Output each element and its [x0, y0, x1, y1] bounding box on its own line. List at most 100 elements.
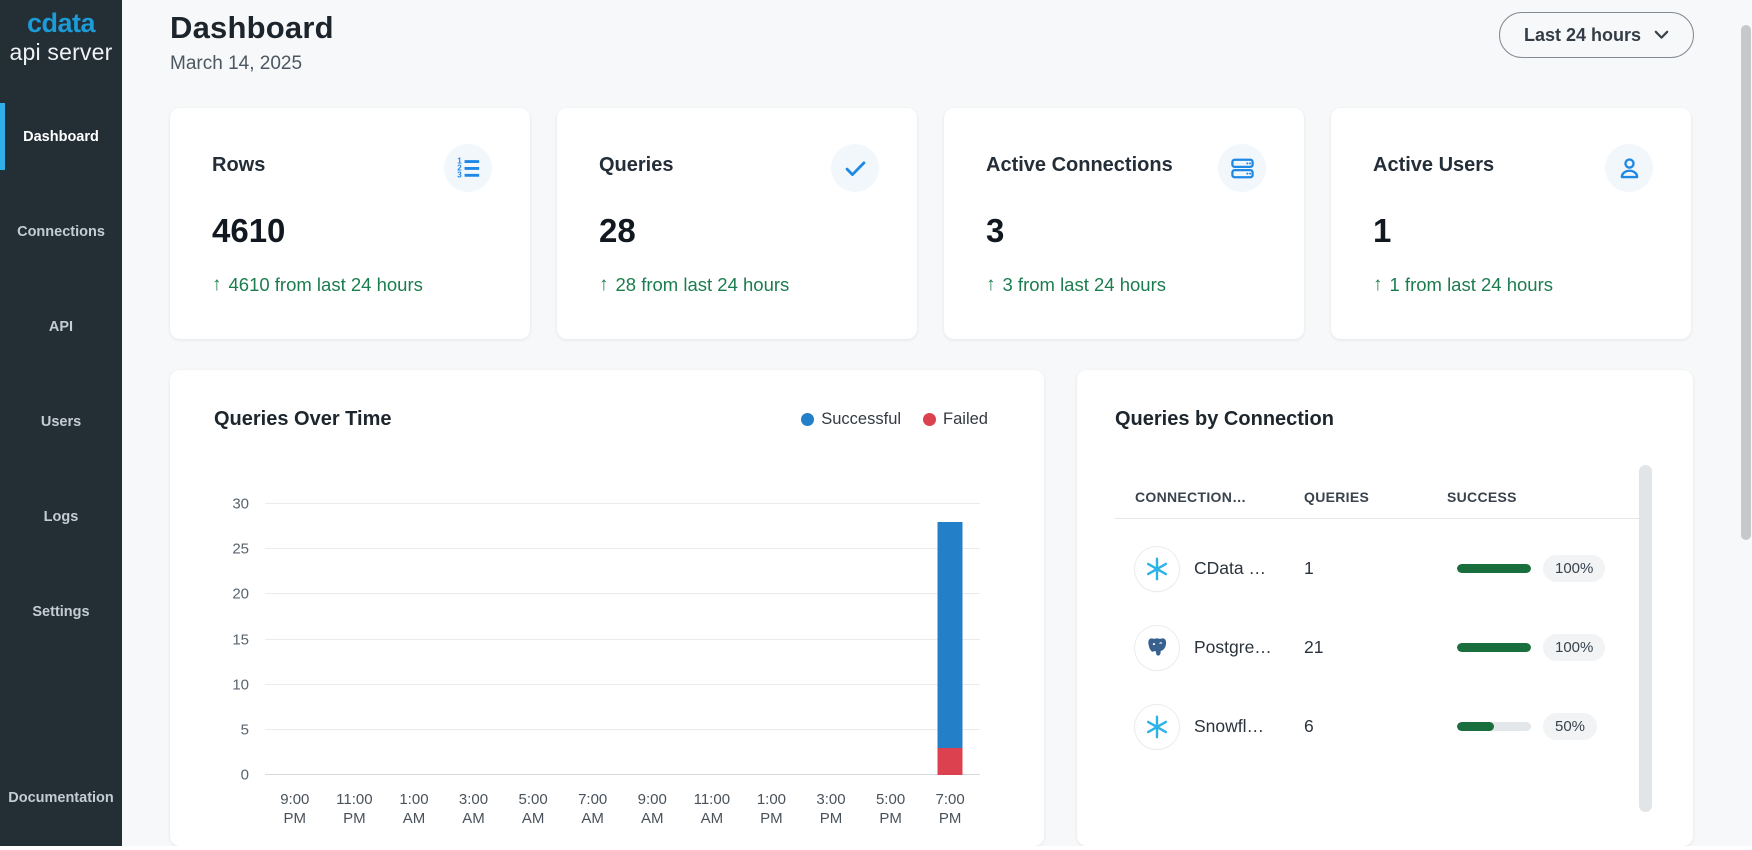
sidebar-item-settings[interactable]: Settings	[0, 564, 122, 659]
stat-card-title: Queries	[599, 144, 673, 177]
chart-bar-slot	[622, 504, 682, 775]
chart-bar-slot	[265, 504, 325, 775]
success-progress-bar	[1457, 643, 1531, 652]
legend-item-failed[interactable]: Failed	[923, 410, 988, 429]
bar-3-00-pm[interactable]	[818, 504, 843, 775]
chart-bars	[265, 504, 980, 775]
sidebar-item-api[interactable]: API	[0, 279, 122, 374]
connection-avatar	[1135, 705, 1179, 749]
arrow-up-icon: ↑	[599, 274, 609, 296]
arrow-up-icon: ↑	[212, 274, 222, 296]
postgresql-icon	[1144, 635, 1170, 661]
sidebar-item-dashboard[interactable]: Dashboard	[0, 89, 122, 184]
sidebar-item-label: Connections	[17, 224, 105, 240]
table-row[interactable]: Postgre…21100%	[1135, 608, 1653, 687]
time-range-label: Last 24 hours	[1524, 25, 1641, 46]
sidebar-item-logs[interactable]: Logs	[0, 469, 122, 564]
connection-name: CData …	[1194, 558, 1266, 579]
stat-card-top: Rows123	[212, 144, 492, 192]
queries-by-connection-card: Queries by Connection CONNECTION…QUERIES…	[1077, 370, 1693, 846]
app-root: cdata api server DashboardConnectionsAPI…	[0, 0, 1752, 850]
stat-card-delta-text: 28 from last 24 hours	[616, 274, 790, 296]
chart-bar-slot	[920, 504, 980, 775]
page-scrollbar-thumb[interactable]	[1741, 25, 1751, 540]
stat-card-value: 1	[1373, 212, 1653, 250]
bar-11-00-am[interactable]	[699, 504, 724, 775]
chart-bar-slot	[444, 504, 504, 775]
stat-card-top: Active Connections	[986, 144, 1266, 192]
legend-label: Failed	[943, 410, 988, 429]
x-axis-tick-label: 3:00AM	[444, 790, 504, 828]
sidebar-item-label: Users	[41, 414, 81, 430]
table-column-header-1: QUERIES	[1304, 489, 1447, 505]
y-axis-tick-label: 30	[232, 496, 249, 513]
snowflake-icon	[1144, 556, 1170, 582]
x-axis-tick-label: 5:00PM	[861, 790, 921, 828]
success-progress-fill	[1457, 722, 1494, 731]
chart-bar-slot	[861, 504, 921, 775]
table-title: Queries by Connection	[1115, 408, 1693, 431]
legend-item-successful[interactable]: Successful	[801, 410, 901, 429]
chart-legend: Successful Failed	[801, 410, 988, 429]
chart-plot-area: 051015202530	[265, 504, 980, 775]
connection-avatar	[1135, 626, 1179, 670]
sidebar-nav: Dashboard Connections API Users Logs Settings…	[0, 89, 122, 846]
window-bottom-edge	[0, 846, 1752, 850]
chart-x-axis-labels: 9:00PM11:00PM1:00AM3:00AM5:00AM7:00AM9:0…	[265, 790, 980, 828]
table-column-header-2: SUCCESS	[1447, 489, 1653, 505]
sidebar-item-label: API	[49, 319, 73, 335]
sidebar-item-label: Logs	[44, 509, 79, 525]
queries-over-time-card: Queries Over Time SuccessfulFailed 05101…	[170, 370, 1044, 846]
sidebar: cdata api server DashboardConnectionsAPI…	[0, 0, 122, 846]
connection-cell: CData …	[1135, 547, 1304, 591]
stat-card-top: Queries	[599, 144, 879, 192]
bar-11-00-pm[interactable]	[342, 504, 367, 775]
stat-card-title: Rows	[212, 144, 265, 177]
bar-5-00-am[interactable]	[521, 504, 546, 775]
bar-7-00-am[interactable]	[580, 504, 605, 775]
bar-1-00-pm[interactable]	[759, 504, 784, 775]
y-axis-tick-label: 15	[232, 631, 249, 648]
page-header: Dashboard March 14, 2025 Last 24 hours	[122, 0, 1752, 75]
success-cell: 100%	[1447, 555, 1653, 582]
success-cell: 50%	[1447, 713, 1653, 740]
queries-count: 6	[1304, 716, 1447, 737]
svg-text:3: 3	[457, 170, 462, 179]
sidebar-item-documentation[interactable]: Documentation	[0, 750, 122, 845]
success-progress-fill	[1457, 643, 1531, 652]
table-row[interactable]: Snowfl…650%	[1135, 687, 1653, 766]
queries-count: 1	[1304, 558, 1447, 579]
bar-3-00-am[interactable]	[461, 504, 486, 775]
bar-1-00-am[interactable]	[401, 504, 426, 775]
stat-card-delta: ↑3 from last 24 hours	[986, 274, 1266, 296]
connection-avatar	[1135, 547, 1179, 591]
stat-card-value: 4610	[212, 212, 492, 250]
chart-bar-slot	[325, 504, 385, 775]
stat-card-top: Active Users	[1373, 144, 1653, 192]
server-stack-icon	[1218, 144, 1266, 192]
legend-dot-failed	[923, 413, 936, 426]
table-row[interactable]: CData … 1 100%	[1135, 529, 1653, 608]
bar-9-00-am[interactable]	[640, 504, 665, 775]
chart-bar-slot	[682, 504, 742, 775]
success-progress-bar	[1457, 564, 1531, 573]
bar-5-00-pm[interactable]	[878, 504, 903, 775]
sidebar-item-label: Documentation	[8, 790, 114, 806]
sidebar-item-connections[interactable]: Connections	[0, 184, 122, 279]
chart-bar-slot	[801, 504, 861, 775]
arrow-up-icon: ↑	[986, 274, 996, 296]
queries-count: 21	[1304, 637, 1447, 658]
stat-card-title: Active Connections	[986, 144, 1173, 177]
x-axis-tick-label: 1:00PM	[742, 790, 802, 828]
x-axis-tick-label: 11:00AM	[682, 790, 742, 828]
success-percent-badge: 100%	[1543, 555, 1605, 582]
stat-card-active-connections: Active Connections3↑3 from last 24 hours	[944, 108, 1304, 339]
sidebar-item-users[interactable]: Users	[0, 374, 122, 469]
bar-9-00-pm[interactable]	[282, 504, 307, 775]
chart-bar-slot	[384, 504, 444, 775]
time-range-dropdown[interactable]: Last 24 hours	[1499, 12, 1694, 58]
table-scrollbar-thumb[interactable]	[1639, 465, 1652, 812]
bar-7-00-pm[interactable]	[938, 504, 963, 775]
stat-card-delta: ↑ 28 from last 24 hours	[599, 274, 879, 296]
y-axis-tick-label: 10	[232, 676, 249, 693]
